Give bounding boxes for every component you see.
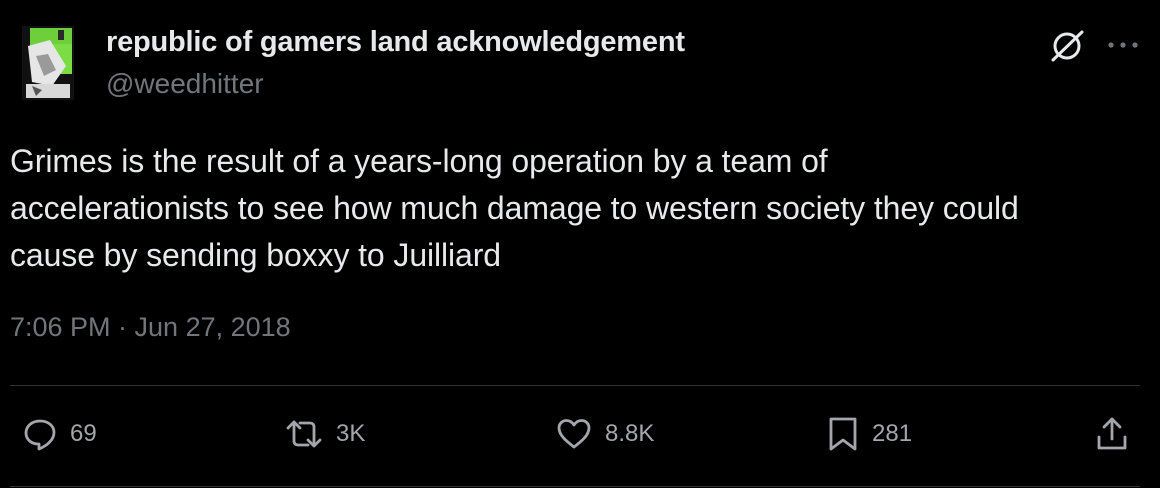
tweet-text-line: cause by sending boxxy to Juilliard: [10, 237, 502, 273]
bookmark-button[interactable]: 281: [826, 414, 912, 454]
like-button[interactable]: 8.8K: [555, 414, 654, 454]
author-handle[interactable]: @weedhitter: [106, 68, 264, 100]
avatar-image: [22, 26, 74, 100]
share-button[interactable]: [1094, 414, 1130, 454]
author-display-name[interactable]: republic of gamers land acknowledgement: [106, 26, 685, 59]
tweet-text-line: accelerationists to see how much damage …: [10, 190, 1019, 226]
grok-icon[interactable]: [1048, 28, 1088, 64]
reply-count: 69: [70, 420, 97, 447]
like-count: 8.8K: [605, 420, 655, 447]
divider: [10, 486, 1140, 487]
retweet-button[interactable]: 3K: [284, 414, 365, 454]
tweet-card: republic of gamers land acknowledgement …: [0, 0, 1160, 488]
retweet-count: 3K: [336, 420, 366, 447]
tweet-timestamp[interactable]: 7:06 PM · Jun 27, 2018: [10, 312, 291, 343]
reply-icon: [24, 419, 56, 451]
reply-button[interactable]: 69: [22, 414, 97, 454]
tweet-text-line: Grimes is the result of a years-long ope…: [10, 143, 828, 179]
retweet-icon: [286, 420, 322, 448]
bookmark-icon: [829, 417, 857, 451]
divider: [10, 385, 1140, 386]
share-icon: [1097, 417, 1127, 450]
bookmark-count: 281: [872, 420, 913, 447]
tweet-text: Grimes is the result of a years-long ope…: [10, 138, 1150, 279]
heart-icon: [557, 419, 591, 449]
more-icon[interactable]: [1106, 38, 1140, 50]
avatar[interactable]: [22, 26, 74, 100]
